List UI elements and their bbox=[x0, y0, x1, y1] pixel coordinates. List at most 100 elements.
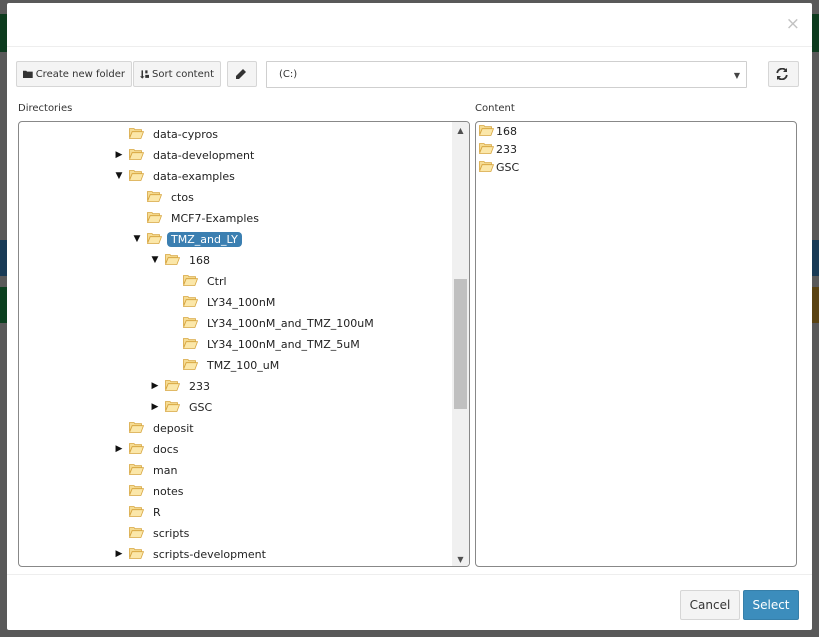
select-button[interactable]: Select bbox=[743, 590, 799, 620]
sort-content-label: Sort content bbox=[152, 68, 214, 80]
tree-node-label[interactable]: data-development bbox=[149, 148, 258, 163]
content-item[interactable]: 233 bbox=[478, 140, 517, 158]
scroll-up-arrow-icon[interactable]: ▲ bbox=[452, 126, 469, 135]
tree-node-label[interactable]: GSC bbox=[185, 400, 216, 415]
tree-node-label[interactable]: docs bbox=[149, 442, 183, 457]
tree-node-label[interactable]: R bbox=[149, 505, 165, 520]
folder-icon bbox=[182, 337, 199, 352]
folder-icon bbox=[478, 124, 495, 139]
directory-tree: ▲ ▼ data-cypros ▶ data-development ▼ data-ex… bbox=[18, 121, 470, 567]
folder-picker-dialog: × Create new folder Sort content (C:) ▼ … bbox=[7, 3, 812, 630]
content-item-label: GSC bbox=[496, 160, 520, 174]
tree-node[interactable]: LY34_100nM_and_TMZ_5uM bbox=[167, 334, 364, 354]
tree-node[interactable]: ctos bbox=[131, 187, 198, 207]
tree-node[interactable]: R bbox=[113, 502, 165, 522]
tree-node[interactable]: ▶ docs bbox=[113, 439, 183, 459]
tree-node-label[interactable]: Ctrl bbox=[203, 274, 231, 289]
sort-content-button[interactable]: Sort content bbox=[133, 61, 221, 87]
tree-node[interactable]: LY34_100nM_and_TMZ_100uM bbox=[167, 313, 378, 333]
tree-node[interactable]: ▼ TMZ_and_LY bbox=[131, 229, 242, 249]
tree-node-label[interactable]: scripts bbox=[149, 526, 193, 541]
tree-node[interactable]: Ctrl bbox=[167, 271, 231, 291]
caret-collapsed-icon[interactable]: ▶ bbox=[113, 549, 125, 559]
folder-icon bbox=[478, 160, 495, 175]
content-item[interactable]: 168 bbox=[478, 122, 517, 140]
tree-node[interactable]: LY34_100nM bbox=[167, 292, 279, 312]
tree-scrollbar[interactable]: ▲ ▼ bbox=[452, 122, 469, 566]
tree-node[interactable]: ▼ data-examples bbox=[113, 166, 239, 186]
tree-node[interactable]: scripts bbox=[113, 523, 193, 543]
caret-expanded-icon[interactable]: ▼ bbox=[131, 234, 143, 244]
tree-node-label[interactable]: deposit bbox=[149, 421, 198, 436]
tree-node-label[interactable]: data-cypros bbox=[149, 127, 222, 142]
tree-node-label[interactable]: scripts-development bbox=[149, 547, 270, 562]
tree-node-label[interactable]: LY34_100nM bbox=[203, 295, 279, 310]
cancel-button[interactable]: Cancel bbox=[680, 590, 740, 620]
create-folder-label: Create new folder bbox=[35, 68, 125, 80]
close-icon[interactable]: × bbox=[786, 16, 800, 33]
directories-label: Directories bbox=[18, 103, 73, 114]
pencil-icon bbox=[236, 68, 246, 79]
tree-node[interactable]: ▼ 168 bbox=[149, 250, 214, 270]
background-page-bar bbox=[0, 287, 7, 323]
folder-icon bbox=[128, 526, 145, 541]
caret-collapsed-icon[interactable]: ▶ bbox=[113, 150, 125, 160]
background-page-bar bbox=[812, 240, 819, 276]
tree-node-label[interactable]: TMZ_100_uM bbox=[203, 358, 283, 373]
refresh-icon bbox=[776, 68, 788, 80]
tree-node-label[interactable]: data-examples bbox=[149, 169, 239, 184]
folder-icon bbox=[146, 190, 163, 205]
dialog-header: × bbox=[7, 3, 812, 47]
tree-node-label[interactable]: 233 bbox=[185, 379, 214, 394]
tree-node-label[interactable]: LY34_100nM_and_TMZ_5uM bbox=[203, 337, 364, 352]
tree-node[interactable]: ▶ GSC bbox=[149, 397, 216, 417]
tree-node[interactable]: notes bbox=[113, 481, 188, 501]
content-label: Content bbox=[475, 103, 515, 114]
tree-node[interactable]: ▶ scripts-development bbox=[113, 544, 270, 564]
tree-node-label[interactable]: LY34_100nM_and_TMZ_100uM bbox=[203, 316, 378, 331]
drive-select[interactable]: (C:) ▼ bbox=[266, 61, 747, 88]
folder-icon bbox=[182, 274, 199, 289]
toolbar: Create new folder Sort content (C:) ▼ bbox=[16, 61, 812, 89]
tree-node[interactable]: deposit bbox=[113, 418, 198, 438]
folder-icon bbox=[128, 127, 145, 142]
folder-icon bbox=[164, 400, 181, 415]
tree-node-label[interactable]: 168 bbox=[185, 253, 214, 268]
folder-icon bbox=[146, 211, 163, 226]
tree-node-label[interactable]: man bbox=[149, 463, 181, 478]
content-list: 168 233 GSC bbox=[475, 121, 797, 567]
scrollbar-thumb[interactable] bbox=[454, 279, 467, 409]
tree-node[interactable]: ▶ data-development bbox=[113, 145, 258, 165]
tree-node[interactable]: TMZ_100_uM bbox=[167, 355, 283, 375]
tree-node[interactable]: data-cypros bbox=[113, 124, 222, 144]
scroll-down-arrow-icon[interactable]: ▼ bbox=[452, 555, 469, 564]
tree-node[interactable]: MCF7-Examples bbox=[131, 208, 263, 228]
tree-node-label[interactable]: notes bbox=[149, 484, 188, 499]
tree-node[interactable]: ▶ 233 bbox=[149, 376, 214, 396]
tree-node[interactable]: man bbox=[113, 460, 181, 480]
caret-expanded-icon[interactable]: ▼ bbox=[113, 171, 125, 181]
create-folder-button[interactable]: Create new folder bbox=[16, 61, 132, 87]
rename-button[interactable] bbox=[227, 61, 257, 87]
folder-icon bbox=[128, 505, 145, 520]
folder-icon bbox=[128, 148, 145, 163]
caret-collapsed-icon[interactable]: ▶ bbox=[149, 381, 161, 391]
refresh-button[interactable] bbox=[768, 61, 799, 87]
dialog-footer: Cancel Select bbox=[7, 574, 812, 630]
tree-node-label[interactable]: ctos bbox=[167, 190, 198, 205]
folder-icon bbox=[23, 70, 33, 79]
tree-node-label[interactable]: TMZ_and_LY bbox=[167, 231, 242, 247]
sort-icon bbox=[140, 69, 150, 79]
content-item-label: 168 bbox=[496, 124, 517, 138]
folder-icon bbox=[128, 421, 145, 436]
folder-icon bbox=[164, 379, 181, 394]
tree-node-label[interactable]: MCF7-Examples bbox=[167, 211, 263, 226]
caret-collapsed-icon[interactable]: ▶ bbox=[113, 444, 125, 454]
folder-icon bbox=[146, 232, 163, 247]
content-item[interactable]: GSC bbox=[478, 158, 520, 176]
caret-collapsed-icon[interactable]: ▶ bbox=[149, 402, 161, 412]
caret-expanded-icon[interactable]: ▼ bbox=[149, 255, 161, 265]
folder-icon bbox=[128, 547, 145, 562]
folder-icon bbox=[182, 358, 199, 373]
folder-icon bbox=[128, 169, 145, 184]
